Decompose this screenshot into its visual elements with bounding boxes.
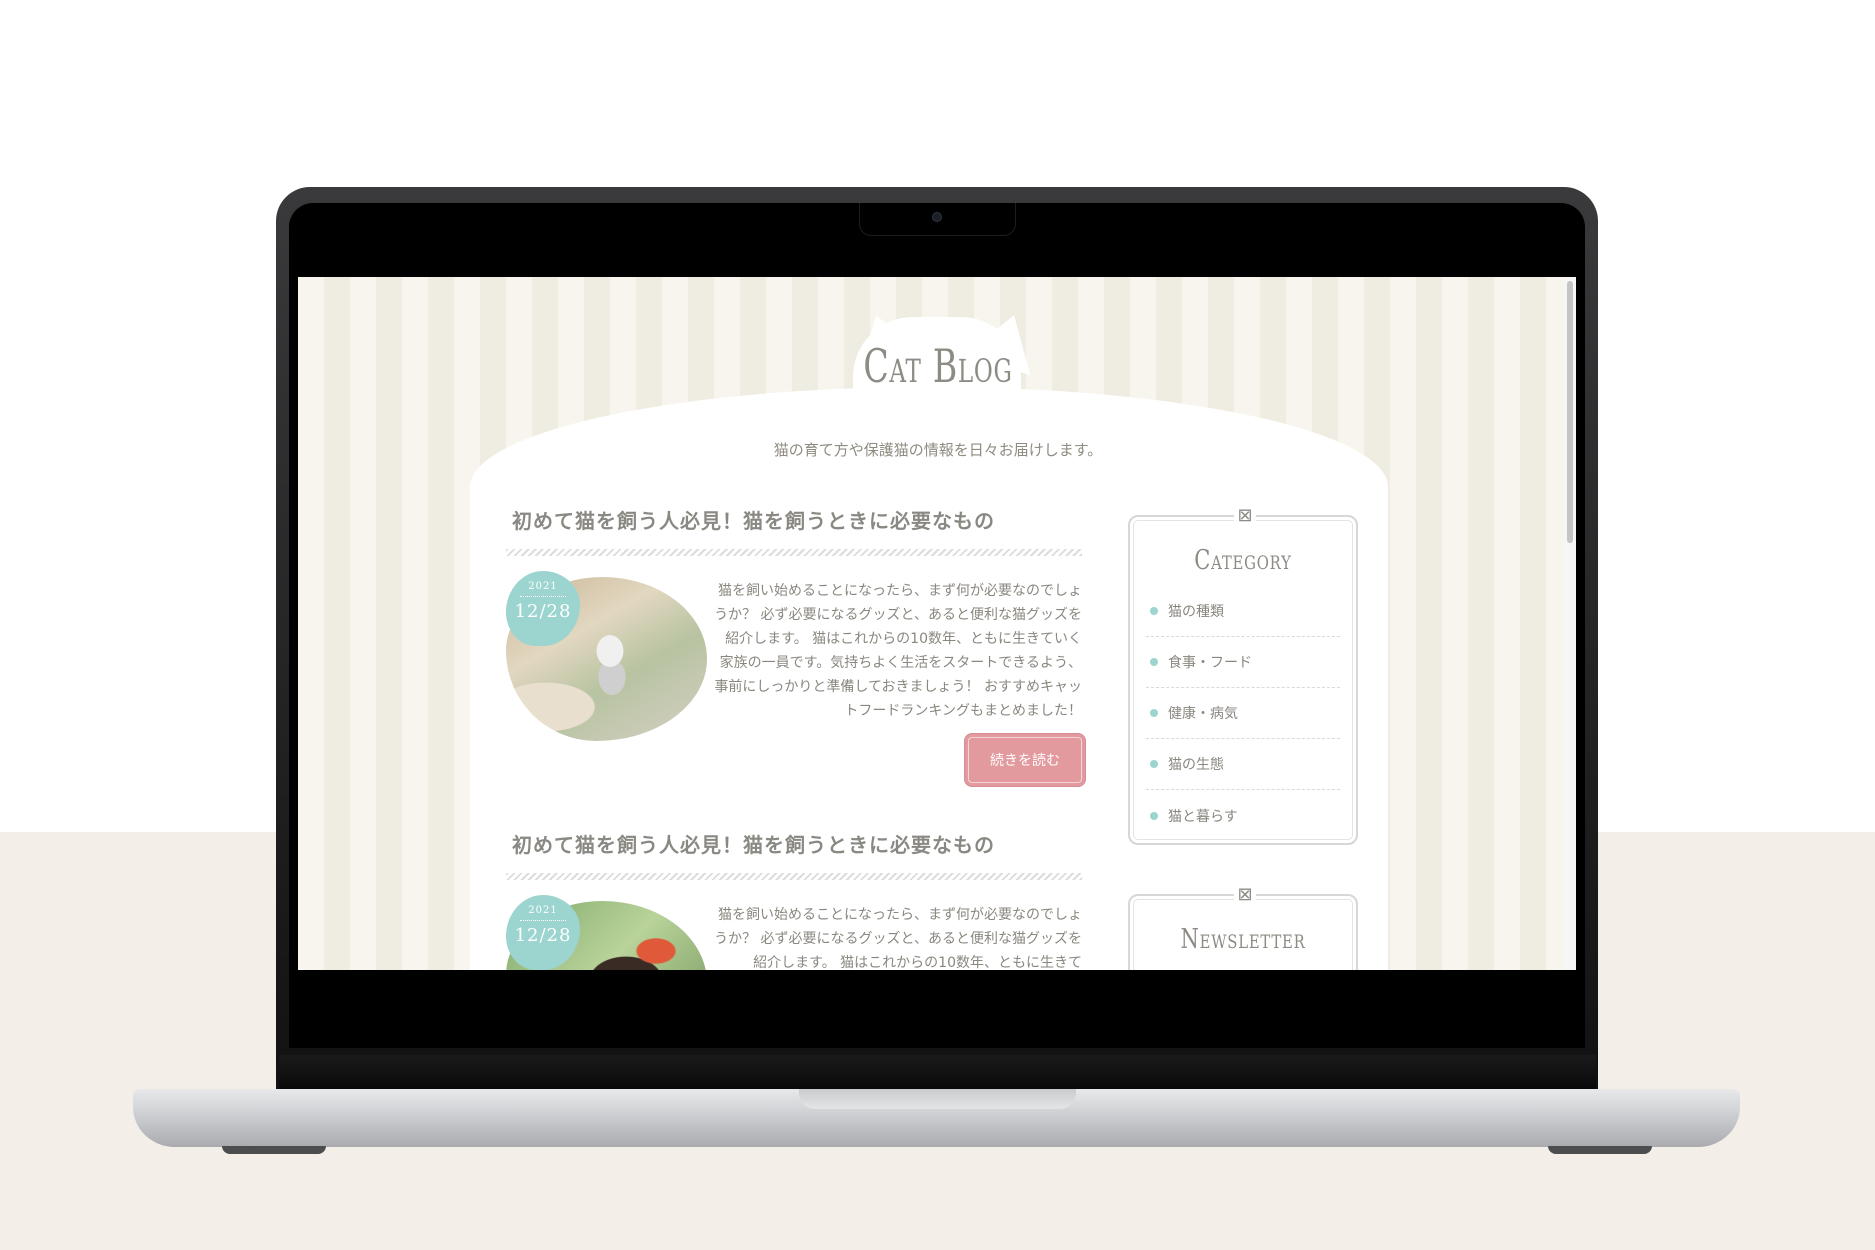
- category-label: 猫の生態: [1168, 757, 1224, 773]
- category-label: 猫の種類: [1168, 604, 1224, 620]
- category-label: 食事・フード: [1168, 655, 1252, 671]
- category-label: 健康・病気: [1168, 706, 1238, 722]
- envelope-icon: ⊠: [1234, 884, 1256, 906]
- category-item[interactable]: 猫の生態: [1146, 739, 1340, 790]
- category-title: Category: [1194, 545, 1292, 576]
- date-year: 2021: [528, 905, 558, 916]
- bullet-dot: [1150, 811, 1158, 820]
- bullet-dot: [1150, 760, 1158, 768]
- date-divider: [520, 920, 566, 921]
- category-list: 猫の種類 食事・フード 健康・病気 猫の生態 猫と暮らす: [1146, 586, 1340, 841]
- camera-icon: [932, 212, 942, 222]
- date-year: 2021: [528, 581, 558, 592]
- scrollbar-thumb[interactable]: [1567, 281, 1573, 543]
- category-item[interactable]: 猫と暮らす: [1146, 790, 1340, 841]
- laptop-foot-right: [1548, 1146, 1652, 1154]
- read-more-button[interactable]: 続きを読む: [964, 733, 1086, 787]
- post-excerpt: 猫を飼い始めることになったら、まず何が必要なのでしょうか？ 必ず必要になるグッズ…: [714, 907, 1082, 970]
- laptop-foot-left: [222, 1146, 326, 1154]
- date-divider: [520, 596, 566, 597]
- title-divider: [506, 549, 1082, 556]
- post-title[interactable]: 初めて猫を飼う人必見！猫を飼うときに必要なもの: [512, 829, 995, 858]
- category-label: 猫と暮らす: [1168, 808, 1238, 825]
- browser-viewport: Cat Blog 猫の育て方や保護猫の情報を日々お届けします。 初めて猫を飼う人…: [298, 277, 1576, 970]
- title-divider: [506, 873, 1082, 880]
- bullet-dot: [1150, 709, 1158, 717]
- post-excerpt: 猫を飼い始めることになったら、まず何が必要なのでしょうか？ 必ず必要になるグッズ…: [714, 583, 1082, 719]
- site-tagline: 猫の育て方や保護猫の情報を日々お届けします。: [773, 441, 1103, 459]
- bullet-dot: [1150, 607, 1158, 615]
- screen-hinge: [279, 1055, 1596, 1089]
- newsletter-title: Newsletter: [1180, 924, 1306, 955]
- bullet-dot: [1150, 658, 1158, 666]
- category-item[interactable]: 食事・フード: [1146, 637, 1340, 688]
- category-widget: ⊠ Category 猫の種類 食事・フード 健康・病気 猫の生態 猫と暮らす: [1128, 505, 1358, 845]
- newsletter-widget: ⊠ Newsletter: [1128, 884, 1358, 970]
- category-item[interactable]: 猫の種類: [1146, 586, 1340, 637]
- category-item[interactable]: 健康・病気: [1146, 688, 1340, 739]
- date-day: 12/28: [514, 925, 572, 946]
- date-day: 12/28: [514, 601, 572, 622]
- envelope-icon: ⊠: [1234, 505, 1256, 527]
- trackpad-notch: [799, 1089, 1076, 1109]
- site-title[interactable]: Cat Blog: [801, 339, 1075, 393]
- scrollbar[interactable]: [1564, 277, 1576, 970]
- post-title[interactable]: 初めて猫を飼う人必見！猫を飼うときに必要なもの: [512, 505, 995, 534]
